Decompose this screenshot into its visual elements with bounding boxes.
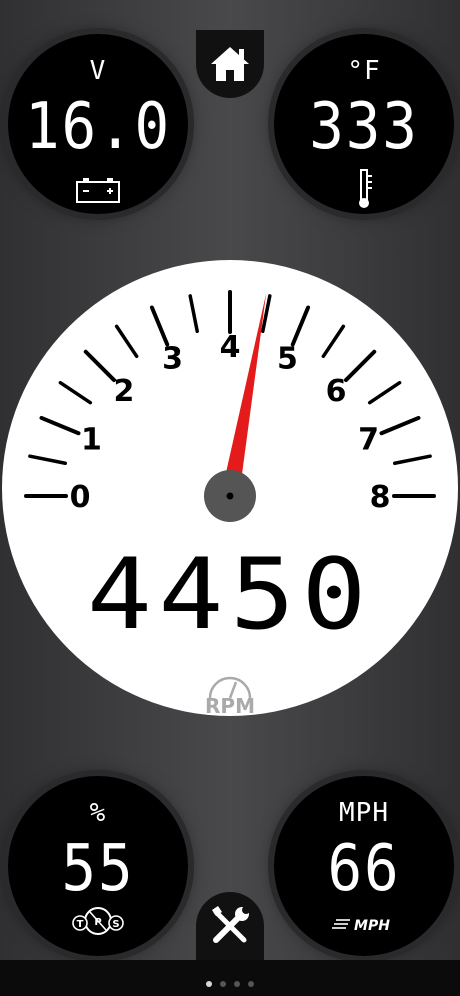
tps-value: 55 [61, 832, 135, 906]
tachometer-label: 7 [358, 423, 379, 458]
dashboard-screen: V 16.0 °F 333 0 123 4 567 8 4450 RPM % 55 T … [0, 0, 460, 996]
speed-gauge[interactable]: MPH 66 MPH [274, 776, 454, 956]
tachometer-label: 0 [70, 480, 91, 515]
home-icon [211, 47, 249, 81]
temperature-unit: °F [347, 56, 381, 86]
voltage-unit: V [89, 56, 107, 86]
voltage-gauge[interactable]: V 16.0 [8, 34, 188, 214]
tachometer-label: 8 [370, 480, 391, 515]
tachometer-label: 6 [326, 374, 347, 409]
tps-icon: T P S [72, 907, 124, 935]
tps-icon-letter-s: S [112, 919, 119, 930]
needle-hub-center [226, 492, 234, 500]
speed-icon-text: MPH [354, 918, 390, 934]
tps-icon-letter-t: T [77, 919, 84, 930]
battery-icon [76, 178, 120, 203]
speed-unit: MPH [339, 798, 389, 828]
voltage-value: 16.0 [25, 90, 171, 164]
tools-icon [212, 906, 250, 943]
thermometer-icon [359, 169, 372, 208]
rpm-logo: RPM [205, 676, 255, 718]
temperature-value: 333 [309, 90, 419, 164]
page-dot[interactable] [206, 981, 212, 987]
temperature-gauge[interactable]: °F 333 [274, 34, 454, 214]
tachometer-label: 3 [162, 341, 183, 376]
rpm-readout: 4450 [86, 538, 373, 652]
tps-icon-letter-p: P [94, 917, 101, 928]
page-dot[interactable] [220, 981, 226, 987]
speed-icon: MPH [332, 918, 390, 934]
tps-unit: % [89, 798, 107, 828]
tachometer-label: 4 [220, 330, 241, 365]
home-button[interactable] [196, 30, 264, 98]
tps-gauge[interactable]: % 55 T P S [8, 776, 188, 956]
page-dot[interactable] [234, 981, 240, 987]
page-indicator[interactable] [0, 972, 460, 991]
settings-button[interactable] [196, 892, 264, 960]
page-dot[interactable] [248, 981, 254, 987]
tachometer-label: 1 [81, 423, 102, 458]
speed-value: 66 [327, 832, 401, 906]
tachometer-label: 5 [277, 341, 298, 376]
rpm-logo-text: RPM [205, 694, 255, 718]
tachometer-label: 2 [113, 374, 134, 409]
